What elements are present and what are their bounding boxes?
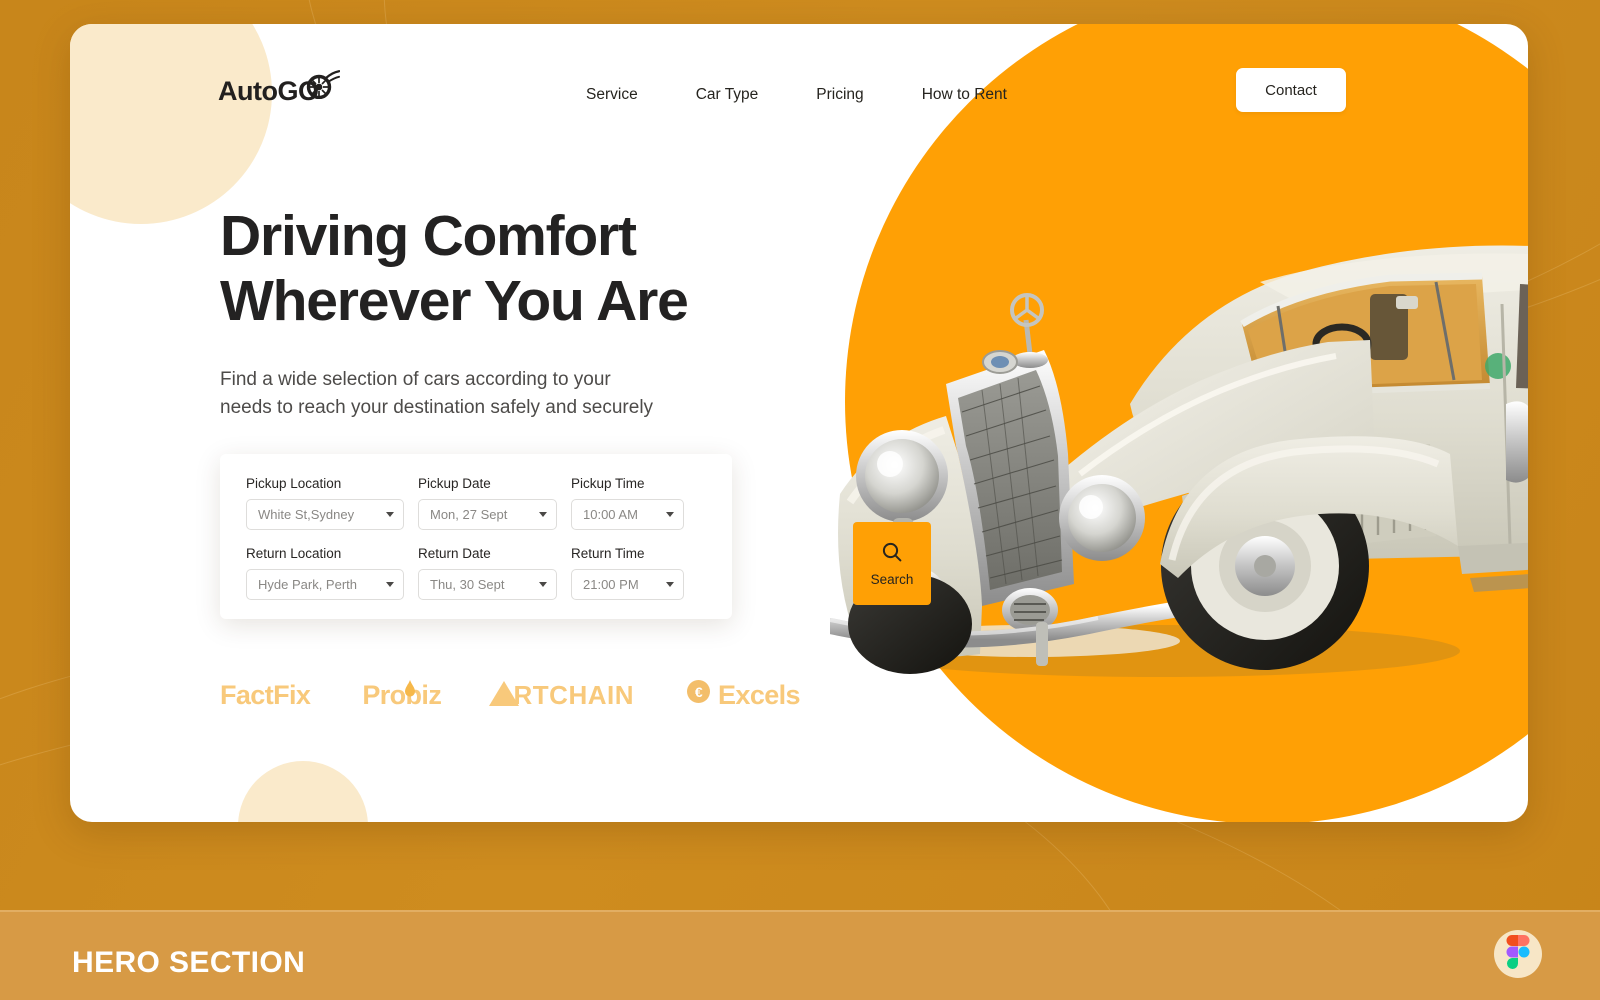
search-form-card: Pickup Location White St,Sydney Pickup D…	[220, 454, 931, 619]
partner-name-excels: Excels	[718, 679, 801, 710]
return-time-label: Return Time	[571, 546, 645, 561]
return-date-select[interactable]: Thu, 30 Sept	[418, 569, 557, 600]
nav-link-service[interactable]: Service	[586, 80, 638, 110]
pickup-date-select[interactable]: Mon, 27 Sept	[418, 499, 557, 530]
nav-link-pricing[interactable]: Pricing	[816, 80, 863, 110]
return-location-field: Return Location Hyde Park, Perth	[246, 546, 404, 600]
partner-logo-artchain[interactable]: ARTCHAIN	[489, 680, 634, 711]
decorative-cream-circle-bottom-left	[238, 761, 368, 822]
triangle-a-icon	[489, 680, 520, 713]
footer-section-title: HERO SECTION	[72, 946, 306, 979]
search-button[interactable]: Search	[853, 522, 931, 605]
logo[interactable]: AutoGO	[218, 69, 341, 106]
pickup-time-value: 10:00 AM	[583, 507, 638, 522]
return-date-label: Return Date	[418, 546, 491, 561]
droplet-dot-icon	[402, 677, 418, 708]
chevron-down-icon	[666, 512, 674, 517]
euro-coin-icon: €	[686, 679, 711, 711]
partner-logo-excels[interactable]: € Excels	[686, 679, 801, 711]
chevron-down-icon	[666, 582, 674, 587]
pickup-time-select[interactable]: 10:00 AM	[571, 499, 684, 530]
nav-link-how-to-rent[interactable]: How to Rent	[922, 80, 1007, 110]
return-time-value: 21:00 PM	[583, 577, 639, 592]
wheel-with-motion-lines-icon	[306, 69, 341, 104]
hero-text-block: Driving Comfort Wherever You Are Find a …	[220, 204, 689, 423]
figma-logo-icon	[1506, 934, 1530, 974]
figma-badge[interactable]	[1494, 930, 1542, 978]
partner-logo-probiz[interactable]: Probiz	[362, 677, 442, 711]
return-location-value: Hyde Park, Perth	[258, 577, 357, 592]
partner-logos: FactFix Probiz ARTCHAIN € Excels	[220, 677, 801, 711]
pickup-location-value: White St,Sydney	[258, 507, 355, 522]
return-location-select[interactable]: Hyde Park, Perth	[246, 569, 404, 600]
logo-text: AutoGO	[218, 76, 319, 106]
partner-logo-factfix[interactable]: FactFix	[220, 679, 311, 711]
page-title: Driving Comfort Wherever You Are	[220, 204, 689, 333]
hero-car-image	[822, 154, 1528, 684]
return-date-field: Return Date Thu, 30 Sept	[418, 546, 557, 600]
chevron-down-icon	[386, 512, 394, 517]
chevron-down-icon	[386, 582, 394, 587]
return-row: Return Location Hyde Park, Perth Return …	[246, 546, 732, 600]
navbar: AutoGO Service Car Type Pricing How to R…	[70, 24, 1528, 159]
search-icon	[881, 541, 903, 566]
footer-band: HERO SECTION	[0, 910, 1600, 1000]
nav-links: Service Car Type Pricing How to Rent	[586, 80, 1007, 110]
return-time-field: Return Time 21:00 PM	[571, 546, 684, 600]
hero-subtitle: Find a wide selection of cars according …	[220, 368, 654, 419]
return-location-label: Return Location	[246, 546, 342, 561]
hero-section-card: AutoGO Service Car Type Pricing How to R…	[70, 24, 1528, 822]
pickup-row: Pickup Location White St,Sydney Pickup D…	[246, 476, 732, 530]
contact-button[interactable]: Contact	[1236, 68, 1346, 112]
chevron-down-icon	[539, 582, 547, 587]
pickup-date-value: Mon, 27 Sept	[430, 507, 508, 522]
svg-text:€: €	[695, 684, 703, 700]
return-date-value: Thu, 30 Sept	[430, 577, 505, 592]
pickup-time-label: Pickup Time	[571, 476, 645, 491]
chevron-down-icon	[539, 512, 547, 517]
search-button-label: Search	[870, 571, 914, 587]
pickup-location-label: Pickup Location	[246, 476, 342, 491]
pickup-location-field: Pickup Location White St,Sydney	[246, 476, 404, 530]
pickup-time-field: Pickup Time 10:00 AM	[571, 476, 684, 530]
partner-name-factfix: FactFix	[220, 679, 311, 710]
pickup-date-field: Pickup Date Mon, 27 Sept	[418, 476, 557, 530]
return-time-select[interactable]: 21:00 PM	[571, 569, 684, 600]
pickup-date-label: Pickup Date	[418, 476, 491, 491]
nav-link-car-type[interactable]: Car Type	[696, 80, 759, 110]
pickup-location-select[interactable]: White St,Sydney	[246, 499, 404, 530]
